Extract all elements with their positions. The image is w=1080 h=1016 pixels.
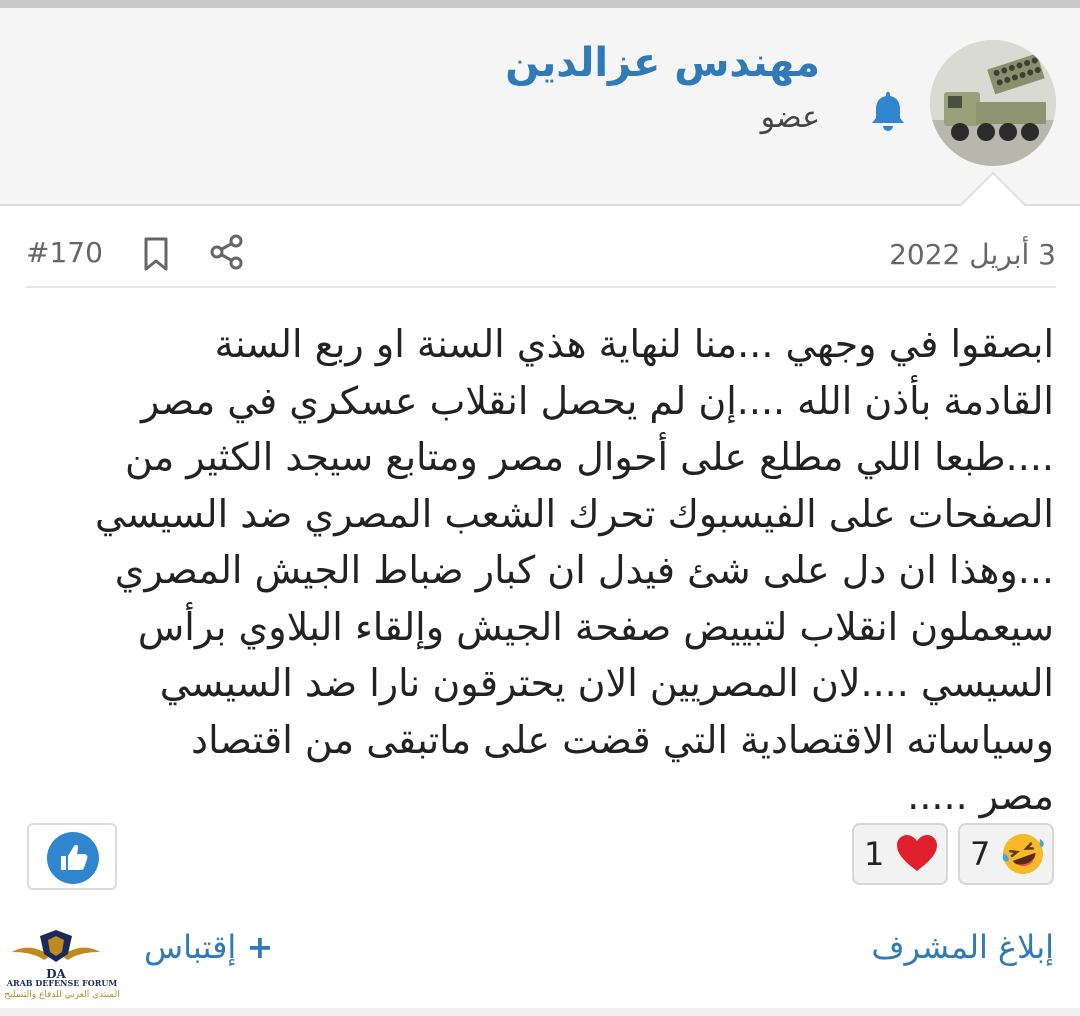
quote-button[interactable]: + إقتباس (144, 928, 273, 966)
post-body-line: الصفحات على الفيسبوك تحرك الشعب المصري ض… (95, 491, 1054, 536)
post-body-line: سيعملون انقلاب لتبييض صفحة الجيش وإلقاء … (137, 604, 1054, 649)
watermark-title: ARAB DEFENSE FORUM (6, 978, 118, 988)
user-avatar[interactable] (930, 40, 1056, 166)
report-button[interactable]: إبلاغ المشرف (871, 928, 1054, 966)
post-body-line: ابصقوا في وجهي ...منا لنهاية هذي السنة ا… (214, 322, 1054, 366)
post-number-link[interactable]: #170 (26, 236, 103, 269)
reaction-heart[interactable]: 1 (852, 823, 948, 885)
forum-logo-watermark: DA (6, 926, 106, 1014)
post-body: ابصقوا في وجهي ...منا لنهاية هذي السنة ا… (24, 316, 1054, 825)
post-body-line: ...وهذا ان دل على شئ فيدل ان كبار ضباط ا… (114, 548, 1054, 592)
plus-icon: + (246, 928, 274, 966)
post-body-line: ....طبعا اللي مطلع على أحوال مصر ومتابع … (124, 435, 1054, 479)
post-body-line: القادمة بأذن الله ....إن لم يحصل انقلاب … (140, 378, 1054, 423)
bell-icon[interactable] (870, 92, 906, 132)
share-icon[interactable] (210, 234, 244, 270)
heart-count: 1 (864, 835, 885, 873)
bookmark-icon[interactable] (142, 236, 170, 272)
laugh-count: 7 (970, 835, 991, 873)
laugh-emoji-icon (1000, 831, 1046, 877)
quote-label: إقتباس (144, 928, 237, 966)
heart-icon (894, 831, 940, 877)
bottom-divider (0, 1008, 1080, 1016)
like-icon (47, 832, 99, 884)
user-role: عضو (760, 100, 820, 135)
top-bar (0, 0, 1080, 8)
post-author-header: مهندس عزالدين عضو (0, 8, 1080, 206)
post-body-line: وسياساته الاقتصادية التي قضت على ماتبقى … (191, 717, 1054, 762)
username-link[interactable]: مهندس عزالدين (505, 40, 820, 86)
post-body-line: السيسي ....لان المصريين الان يحترقون نار… (159, 661, 1054, 705)
post-date[interactable]: 3 أبريل 2022 (889, 238, 1056, 271)
like-button[interactable] (27, 823, 117, 890)
post-meta-bar: #170 3 أبريل 2022 (26, 228, 1056, 288)
post-body-line: مصر ..... (907, 774, 1054, 818)
watermark-subtitle: المنتدى العربي للدفاع والتسليح (4, 990, 120, 1000)
reaction-laugh[interactable]: 7 (958, 823, 1054, 885)
